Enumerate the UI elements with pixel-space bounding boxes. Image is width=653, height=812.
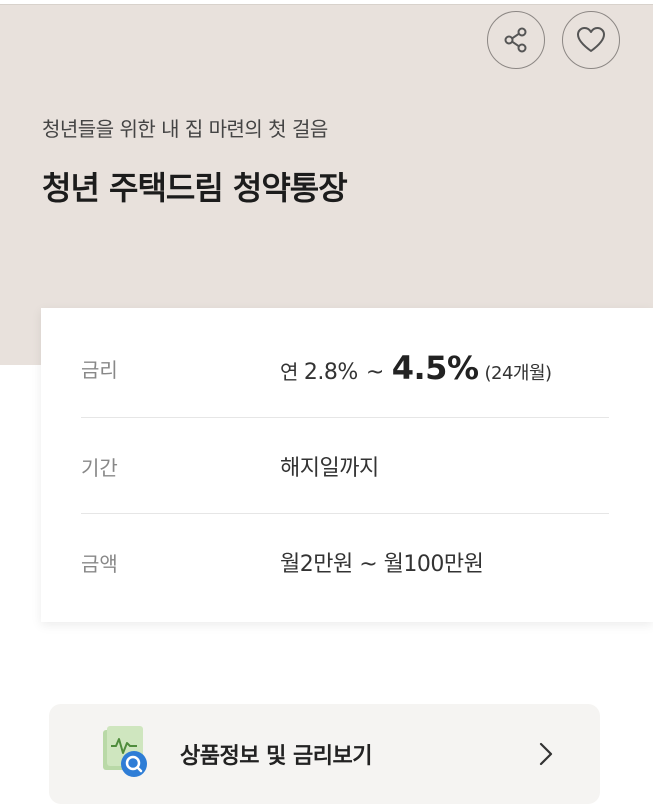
share-icon bbox=[504, 27, 527, 53]
product-info-button[interactable]: 상품정보 및 금리보기 bbox=[49, 704, 600, 804]
rate-separator: ~ bbox=[365, 360, 384, 385]
rate-value: 연 2.8% ~ 4.5% (24개월) bbox=[280, 349, 552, 387]
product-title: 청년 주택드림 청약통장 bbox=[42, 169, 348, 207]
period-label: 기간 bbox=[81, 455, 118, 480]
product-subtitle: 청년들을 위한 내 집 마련의 첫 걸음 bbox=[42, 117, 328, 141]
chevron-right-icon bbox=[539, 742, 553, 766]
rate-min: 2.8% bbox=[303, 360, 358, 385]
amount-value: 월2만원 ~ 월100만원 bbox=[280, 552, 484, 577]
amount-label: 금액 bbox=[81, 551, 118, 576]
product-summary-card: 금리 연 2.8% ~ 4.5% (24개월) 기간 해지일까지 금액 월2만원… bbox=[41, 308, 653, 622]
rate-prefix: 연 bbox=[280, 360, 298, 384]
rate-term: (24개월) bbox=[484, 363, 553, 384]
like-button[interactable] bbox=[562, 11, 620, 69]
product-info-label: 상품정보 및 금리보기 bbox=[180, 744, 372, 769]
heart-icon bbox=[577, 27, 605, 52]
document-search-icon bbox=[103, 726, 147, 777]
share-button[interactable] bbox=[487, 11, 545, 69]
rate-row: 금리 연 2.8% ~ 4.5% (24개월) bbox=[81, 320, 609, 416]
period-value: 해지일까지 bbox=[280, 456, 379, 481]
rate-max: 4.5% bbox=[391, 349, 479, 387]
amount-row: 금액 월2만원 ~ 월100만원 bbox=[81, 513, 609, 610]
rate-label: 금리 bbox=[81, 357, 118, 382]
period-row: 기간 해지일까지 bbox=[81, 417, 609, 514]
